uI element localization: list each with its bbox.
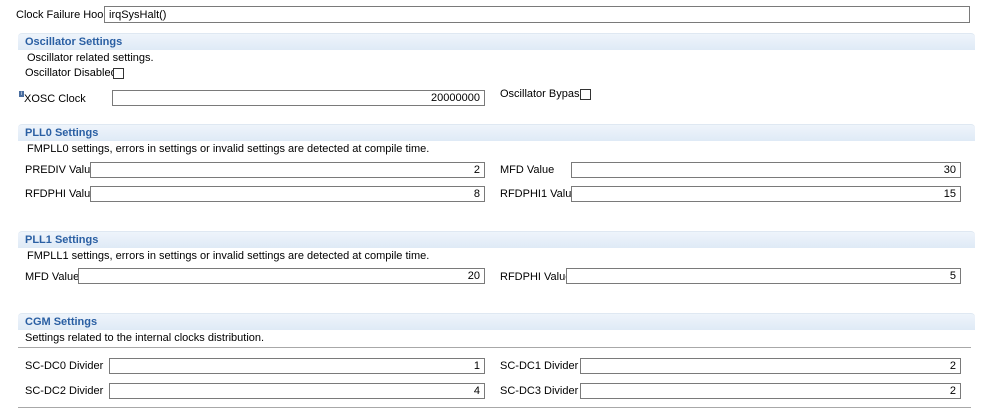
cgm-settings-description: Settings related to the internal clocks … [25, 332, 265, 344]
cgm-settings-header: CGM Settings [18, 313, 975, 330]
pll0-rfdphi1-input[interactable]: 15 [571, 186, 961, 202]
xosc-clock-label: XOSC Clock [24, 93, 86, 105]
cgm-dc1-input[interactable]: 2 [580, 358, 961, 374]
pll0-settings-title: PLL0 Settings [25, 127, 99, 139]
cgm-dc2-input[interactable]: 4 [109, 383, 485, 399]
cgm-separator-bottom [18, 407, 971, 408]
oscillator-settings-description: Oscillator related settings. [27, 52, 154, 64]
pll1-settings-description: FMPLL1 settings, errors in settings or i… [27, 250, 430, 262]
pll0-rfdphi-input[interactable]: 8 [90, 186, 485, 202]
oscillator-disabled-label: Oscillator Disabled [25, 67, 117, 79]
pll1-mfd-input[interactable]: 20 [78, 268, 485, 284]
pll0-prediv-label: PREDIV Value [25, 164, 97, 176]
clock-failure-hook-input[interactable] [104, 6, 970, 23]
oscillator-settings-title: Oscillator Settings [25, 36, 123, 48]
clock-failure-hook-label: Clock Failure Hook [16, 9, 109, 21]
pll1-rfdphi-input[interactable]: 5 [566, 268, 961, 284]
pll0-prediv-input[interactable]: 2 [90, 162, 485, 178]
pll0-rfdphi-label: RFDPHI Value [25, 188, 97, 200]
pll0-settings-description: FMPLL0 settings, errors in settings or i… [27, 143, 430, 155]
oscillator-bypass-checkbox[interactable] [580, 89, 591, 100]
pll0-rfdphi1-label: RFDPHI1 Value [500, 188, 578, 200]
pll0-settings-header: PLL0 Settings [18, 124, 975, 141]
pll1-settings-title: PLL1 Settings [25, 234, 99, 246]
oscillator-disabled-checkbox[interactable] [113, 68, 124, 79]
cgm-dc1-label: SC-DC1 Divider [500, 360, 579, 372]
cgm-separator-top [18, 347, 971, 348]
pll0-mfd-label: MFD Value [500, 164, 555, 176]
xosc-clock-input[interactable]: 20000000 [112, 90, 485, 106]
cgm-settings-title: CGM Settings [25, 316, 98, 328]
oscillator-settings-header: Oscillator Settings [18, 33, 975, 50]
pll0-mfd-input[interactable]: 30 [571, 162, 961, 178]
pll1-mfd-label: MFD Value [25, 271, 80, 283]
cgm-dc3-label: SC-DC3 Divider [500, 385, 579, 397]
pll1-settings-header: PLL1 Settings [18, 231, 975, 248]
cgm-dc3-input[interactable]: 2 [580, 383, 961, 399]
cgm-dc0-input[interactable]: 1 [109, 358, 485, 374]
oscillator-bypass-label: Oscillator Bypass [500, 88, 585, 100]
pll1-rfdphi-label: RFDPHI Value [500, 271, 572, 283]
cgm-dc2-label: SC-DC2 Divider [25, 385, 104, 397]
cgm-dc0-label: SC-DC0 Divider [25, 360, 104, 372]
